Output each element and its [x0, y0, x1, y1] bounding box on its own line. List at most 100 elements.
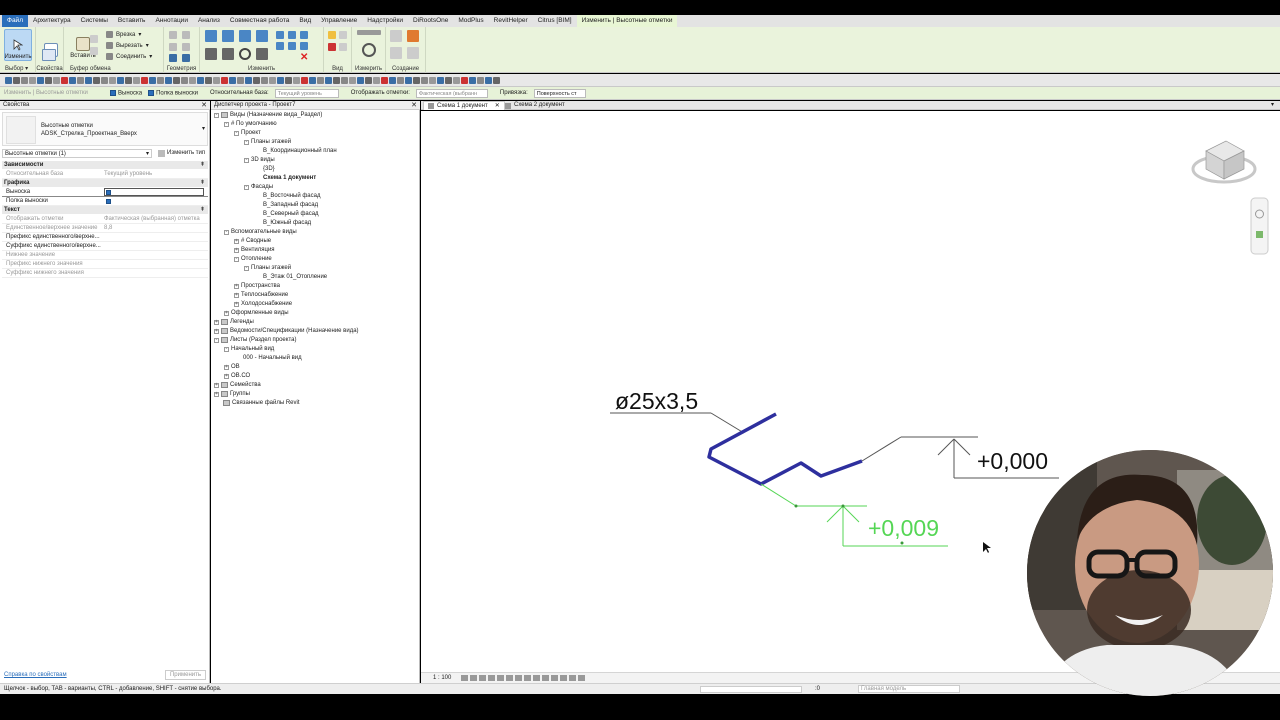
- quick-access-tool-icon[interactable]: [389, 77, 396, 84]
- override-icon[interactable]: [328, 43, 336, 51]
- browser-node[interactable]: - Планы этажей: [244, 265, 291, 271]
- collapse-icon[interactable]: -: [244, 265, 249, 271]
- expand-icon[interactable]: +: [214, 391, 219, 397]
- quick-access-tool-icon[interactable]: [381, 77, 388, 84]
- quick-access-tool-icon[interactable]: [197, 77, 204, 84]
- quick-access-tool-icon[interactable]: [301, 77, 308, 84]
- quick-access-tool-icon[interactable]: [101, 77, 108, 84]
- type-selector[interactable]: Высотные отметки ADSK_Стрелка_Проектная_…: [2, 112, 208, 146]
- ribbon-tab[interactable]: Аннотации: [150, 15, 193, 27]
- elevation-marker-selected[interactable]: +0,009: [760, 483, 948, 547]
- browser-node[interactable]: В_Этаж 01_Отопление: [254, 274, 327, 280]
- quick-access-tool-icon[interactable]: [285, 77, 292, 84]
- quick-access-tool-icon[interactable]: [109, 77, 116, 84]
- quick-access-tool-icon[interactable]: [173, 77, 180, 84]
- quick-access-tool-icon[interactable]: [341, 77, 348, 84]
- property-category[interactable]: Графика ⇞: [2, 179, 208, 187]
- quick-access-tool-icon[interactable]: [437, 77, 444, 84]
- quick-access-tool-icon[interactable]: [189, 77, 196, 84]
- quick-access-tool-icon[interactable]: [213, 77, 220, 84]
- collapse-icon[interactable]: -: [224, 121, 229, 127]
- lock-icon[interactable]: [300, 42, 308, 50]
- property-category[interactable]: Текст ⇞: [2, 206, 208, 214]
- view-control-icon[interactable]: [479, 675, 486, 681]
- quick-access-tool-icon[interactable]: [149, 77, 156, 84]
- cut-join-button[interactable]: Врезка ▾: [106, 30, 141, 39]
- quick-access-tool-icon[interactable]: [365, 77, 372, 84]
- browser-node[interactable]: В_Южный фасад: [254, 220, 311, 226]
- quick-access-tool-icon[interactable]: [237, 77, 244, 84]
- property-row[interactable]: Относительная база Текущий уровень: [2, 170, 208, 179]
- pin-icon[interactable]: [276, 42, 284, 50]
- close-icon[interactable]: ✕: [201, 101, 207, 110]
- quick-access-tool-icon[interactable]: [429, 77, 436, 84]
- browser-node[interactable]: + Вентиляция: [234, 247, 275, 253]
- browser-node[interactable]: -3D виды: [244, 157, 275, 163]
- quick-access-tool-icon[interactable]: [453, 77, 460, 84]
- quick-access-tool-icon[interactable]: [277, 77, 284, 84]
- quick-access-tool-icon[interactable]: [253, 77, 260, 84]
- quick-access-tool-icon[interactable]: [5, 77, 12, 84]
- expand-icon[interactable]: +: [214, 382, 219, 388]
- bulb-icon[interactable]: [328, 31, 336, 39]
- collapse-icon[interactable]: -: [244, 139, 249, 145]
- linework-icon[interactable]: [339, 43, 347, 51]
- browser-node[interactable]: - Виды (Назначение вида_Раздел): [214, 112, 322, 118]
- tab-view-1[interactable]: Схема 1 документ ✕: [423, 101, 505, 110]
- close-icon[interactable]: ✕: [411, 101, 417, 110]
- browser-node[interactable]: + Пространства: [234, 283, 280, 289]
- quick-access-tool-icon[interactable]: [77, 77, 84, 84]
- collapse-icon[interactable]: ⇞: [200, 161, 205, 169]
- browser-node[interactable]: + Оформленные виды: [224, 310, 289, 316]
- browser-node[interactable]: + Группы: [214, 391, 250, 397]
- expand-icon[interactable]: +: [214, 319, 219, 325]
- view-control-icon[interactable]: [470, 675, 477, 681]
- trim-icon[interactable]: [256, 48, 268, 60]
- browser-node[interactable]: Связанные файлы Revit: [214, 400, 300, 406]
- ribbon-tab[interactable]: Управление: [316, 15, 362, 27]
- property-row[interactable]: Выноска: [2, 188, 208, 197]
- ribbon-tab[interactable]: ModPlus: [453, 15, 488, 27]
- ribbon-tab[interactable]: Анализ: [193, 15, 225, 27]
- offset-icon[interactable]: [222, 30, 234, 42]
- view-control-icon[interactable]: [569, 675, 576, 681]
- selection-filter[interactable]: Высотные отметки (1) ▾: [2, 149, 152, 158]
- browser-node[interactable]: + # Сводные: [234, 238, 271, 244]
- quick-access-tool-icon[interactable]: [93, 77, 100, 84]
- create-group-icon[interactable]: [407, 30, 419, 42]
- ribbon-tab[interactable]: RevitHelper: [489, 15, 533, 27]
- copy-icon[interactable]: [90, 35, 98, 43]
- property-row[interactable]: Суффикс нижнего значения: [2, 269, 208, 278]
- view-cube[interactable]: [1191, 140, 1257, 184]
- view-control-icon[interactable]: [461, 675, 468, 681]
- view-control-icon[interactable]: [560, 675, 567, 681]
- ribbon-tab[interactable]: Файл: [2, 15, 28, 27]
- split-icon[interactable]: [276, 31, 284, 39]
- tab-view-2[interactable]: Схема 2 документ: [501, 101, 569, 110]
- view-control-icon[interactable]: [533, 675, 540, 681]
- geometry-tool-2-icon[interactable]: [182, 31, 190, 39]
- quick-access-tool-icon[interactable]: [373, 77, 380, 84]
- property-row[interactable]: Полка выноски: [2, 197, 208, 206]
- expand-icon[interactable]: +: [214, 328, 219, 334]
- quick-access-tool-icon[interactable]: [461, 77, 468, 84]
- quick-access-tool-icon[interactable]: [13, 77, 20, 84]
- active-value-box[interactable]: [104, 188, 204, 196]
- rotate-icon[interactable]: [239, 48, 251, 60]
- property-value[interactable]: 8,8: [104, 224, 112, 233]
- view-control-icon[interactable]: [524, 675, 531, 681]
- quick-access-tool-icon[interactable]: [245, 77, 252, 84]
- collapse-icon[interactable]: ⇞: [200, 206, 205, 214]
- quick-access-tool-icon[interactable]: [133, 77, 140, 84]
- ribbon-tab[interactable]: DiRootsOne: [408, 15, 453, 27]
- quick-access-tool-icon[interactable]: [413, 77, 420, 84]
- browser-node[interactable]: В_Восточный фасад: [254, 193, 320, 199]
- split-face-icon[interactable]: [182, 54, 190, 62]
- quick-access-tool-icon[interactable]: [165, 77, 172, 84]
- pipe-segment[interactable]: [707, 412, 863, 486]
- quick-access-tool-icon[interactable]: [29, 77, 36, 84]
- browser-node[interactable]: - Вспомогательные виды: [224, 229, 297, 235]
- edit-type-button[interactable]: Изменить тип: [158, 149, 205, 158]
- browser-node[interactable]: + Семейства: [214, 382, 261, 388]
- quick-access-tool-icon[interactable]: [445, 77, 452, 84]
